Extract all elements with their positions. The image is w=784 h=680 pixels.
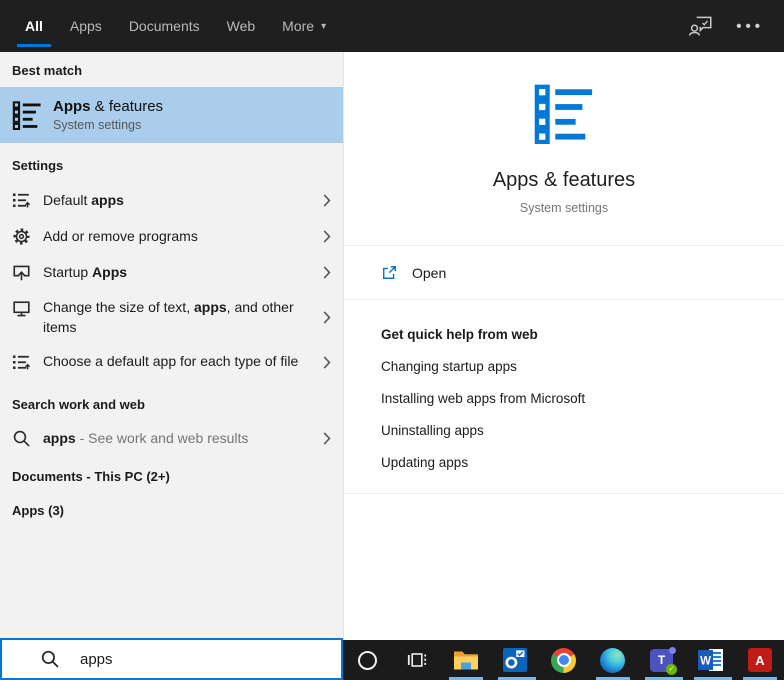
open-action[interactable]: Open bbox=[344, 245, 784, 300]
chevron-right-icon bbox=[323, 230, 331, 243]
teams-letter: T bbox=[658, 653, 665, 667]
preview-subtitle: System settings bbox=[344, 201, 784, 215]
help-link-updating-apps[interactable]: Updating apps bbox=[381, 455, 784, 470]
startup-apps-icon bbox=[12, 263, 31, 282]
chevron-right-icon bbox=[323, 266, 331, 279]
chevron-down-icon: ▾ bbox=[321, 21, 326, 32]
taskbar-cortana-button[interactable] bbox=[343, 640, 392, 680]
tab-documents-label: Documents bbox=[129, 18, 200, 34]
apps-features-icon bbox=[533, 82, 595, 144]
tab-all-label: All bbox=[25, 18, 43, 34]
teams-icon: T ✓ bbox=[650, 649, 673, 672]
best-match-header: Best match bbox=[0, 63, 343, 78]
taskbar-chrome-button[interactable] bbox=[539, 640, 588, 680]
web-search-header: Search work and web bbox=[0, 397, 343, 412]
teams-available-check: ✓ bbox=[666, 664, 677, 675]
tab-apps[interactable]: Apps bbox=[70, 0, 102, 52]
taskbar-edge-button[interactable] bbox=[588, 640, 637, 680]
search-filter-bar: All Apps Documents Web More ▾ ••• bbox=[0, 0, 784, 52]
best-match-subtitle: System settings bbox=[53, 118, 163, 132]
result-label: Change the size of text, apps, and other… bbox=[43, 297, 323, 337]
edge-icon bbox=[600, 648, 625, 673]
result-label: Choose a default app for each type of fi… bbox=[43, 351, 323, 371]
search-icon bbox=[40, 649, 60, 669]
file-explorer-icon bbox=[453, 649, 479, 671]
quick-help-section: Get quick help from web Changing startup… bbox=[344, 300, 784, 470]
taskbar-acrobat-button[interactable]: A bbox=[735, 640, 784, 680]
help-link-uninstalling-apps[interactable]: Uninstalling apps bbox=[381, 423, 784, 438]
tab-web[interactable]: Web bbox=[227, 0, 256, 52]
documents-group-header[interactable]: Documents - This PC (2+) bbox=[0, 469, 343, 484]
apps-features-icon bbox=[12, 100, 42, 130]
preview-title: Apps & features bbox=[344, 169, 784, 192]
settings-header: Settings bbox=[0, 158, 343, 173]
feedback-icon[interactable] bbox=[688, 13, 714, 39]
result-add-remove-programs[interactable]: Add or remove programs bbox=[0, 218, 343, 254]
search-icon bbox=[12, 429, 31, 448]
result-label: Startup Apps bbox=[43, 262, 323, 282]
preview-hero: Apps & features System settings bbox=[344, 52, 784, 215]
result-startup-apps[interactable]: Startup Apps bbox=[0, 254, 343, 290]
search-input[interactable] bbox=[80, 651, 341, 668]
word-icon: W bbox=[698, 648, 724, 672]
chrome-icon bbox=[551, 648, 576, 673]
windows-search-flyout: All Apps Documents Web More ▾ ••• Best m… bbox=[0, 0, 784, 680]
cortana-icon bbox=[358, 651, 377, 670]
more-options-icon[interactable]: ••• bbox=[736, 18, 764, 35]
tab-web-label: Web bbox=[227, 18, 256, 34]
svg-text:W: W bbox=[700, 656, 711, 668]
search-box[interactable] bbox=[0, 638, 343, 680]
open-icon bbox=[381, 264, 398, 281]
result-change-size[interactable]: Change the size of text, apps, and other… bbox=[0, 290, 343, 344]
result-default-apps[interactable]: Default apps bbox=[0, 182, 343, 218]
quick-help-header: Get quick help from web bbox=[381, 327, 784, 342]
best-match-result[interactable]: Apps & features System settings bbox=[0, 87, 343, 143]
section-divider bbox=[344, 493, 784, 494]
active-tab-underline bbox=[17, 44, 51, 47]
result-choose-default-app[interactable]: Choose a default app for each type of fi… bbox=[0, 344, 343, 380]
taskbar-teams-button[interactable]: T ✓ bbox=[637, 640, 686, 680]
default-apps-icon bbox=[12, 191, 31, 210]
svg-text:A: A bbox=[755, 653, 765, 668]
display-icon bbox=[12, 299, 31, 318]
tab-all[interactable]: All bbox=[25, 0, 43, 52]
outlook-icon bbox=[503, 648, 527, 672]
results-panel: Best match Apps & features System settin… bbox=[0, 52, 343, 680]
taskbar-outlook-button[interactable] bbox=[490, 640, 539, 680]
chevron-right-icon bbox=[323, 432, 331, 445]
preview-panel: Apps & features System settings Open Get… bbox=[343, 52, 784, 640]
help-link-changing-startup-apps[interactable]: Changing startup apps bbox=[381, 359, 784, 374]
chevron-right-icon bbox=[323, 311, 331, 324]
chevron-right-icon bbox=[323, 194, 331, 207]
tab-more-label: More bbox=[282, 18, 314, 34]
teams-presence-dot bbox=[669, 647, 676, 654]
filter-tabs: All Apps Documents Web More ▾ bbox=[25, 0, 353, 52]
chevron-right-icon bbox=[323, 356, 331, 369]
help-link-installing-web-apps[interactable]: Installing web apps from Microsoft bbox=[381, 391, 784, 406]
taskbar-task-view-button[interactable] bbox=[392, 640, 441, 680]
tab-more[interactable]: More ▾ bbox=[282, 0, 326, 52]
default-apps-icon bbox=[12, 353, 31, 372]
result-label: Add or remove programs bbox=[43, 226, 323, 246]
taskbar-file-explorer-button[interactable] bbox=[441, 640, 490, 680]
open-label: Open bbox=[412, 265, 446, 281]
best-match-title: Apps & features bbox=[53, 98, 163, 115]
tab-documents[interactable]: Documents bbox=[129, 0, 200, 52]
gear-icon bbox=[12, 227, 31, 246]
task-view-icon bbox=[406, 649, 428, 671]
result-web-search[interactable]: apps - See work and web results bbox=[0, 420, 343, 456]
apps-group-header[interactable]: Apps (3) bbox=[0, 503, 343, 518]
acrobat-icon: A bbox=[748, 648, 772, 672]
taskbar: T ✓ W bbox=[343, 640, 784, 680]
result-label: Default apps bbox=[43, 190, 323, 210]
tab-apps-label: Apps bbox=[70, 18, 102, 34]
result-label: apps - See work and web results bbox=[43, 428, 323, 448]
taskbar-word-button[interactable]: W bbox=[686, 640, 735, 680]
